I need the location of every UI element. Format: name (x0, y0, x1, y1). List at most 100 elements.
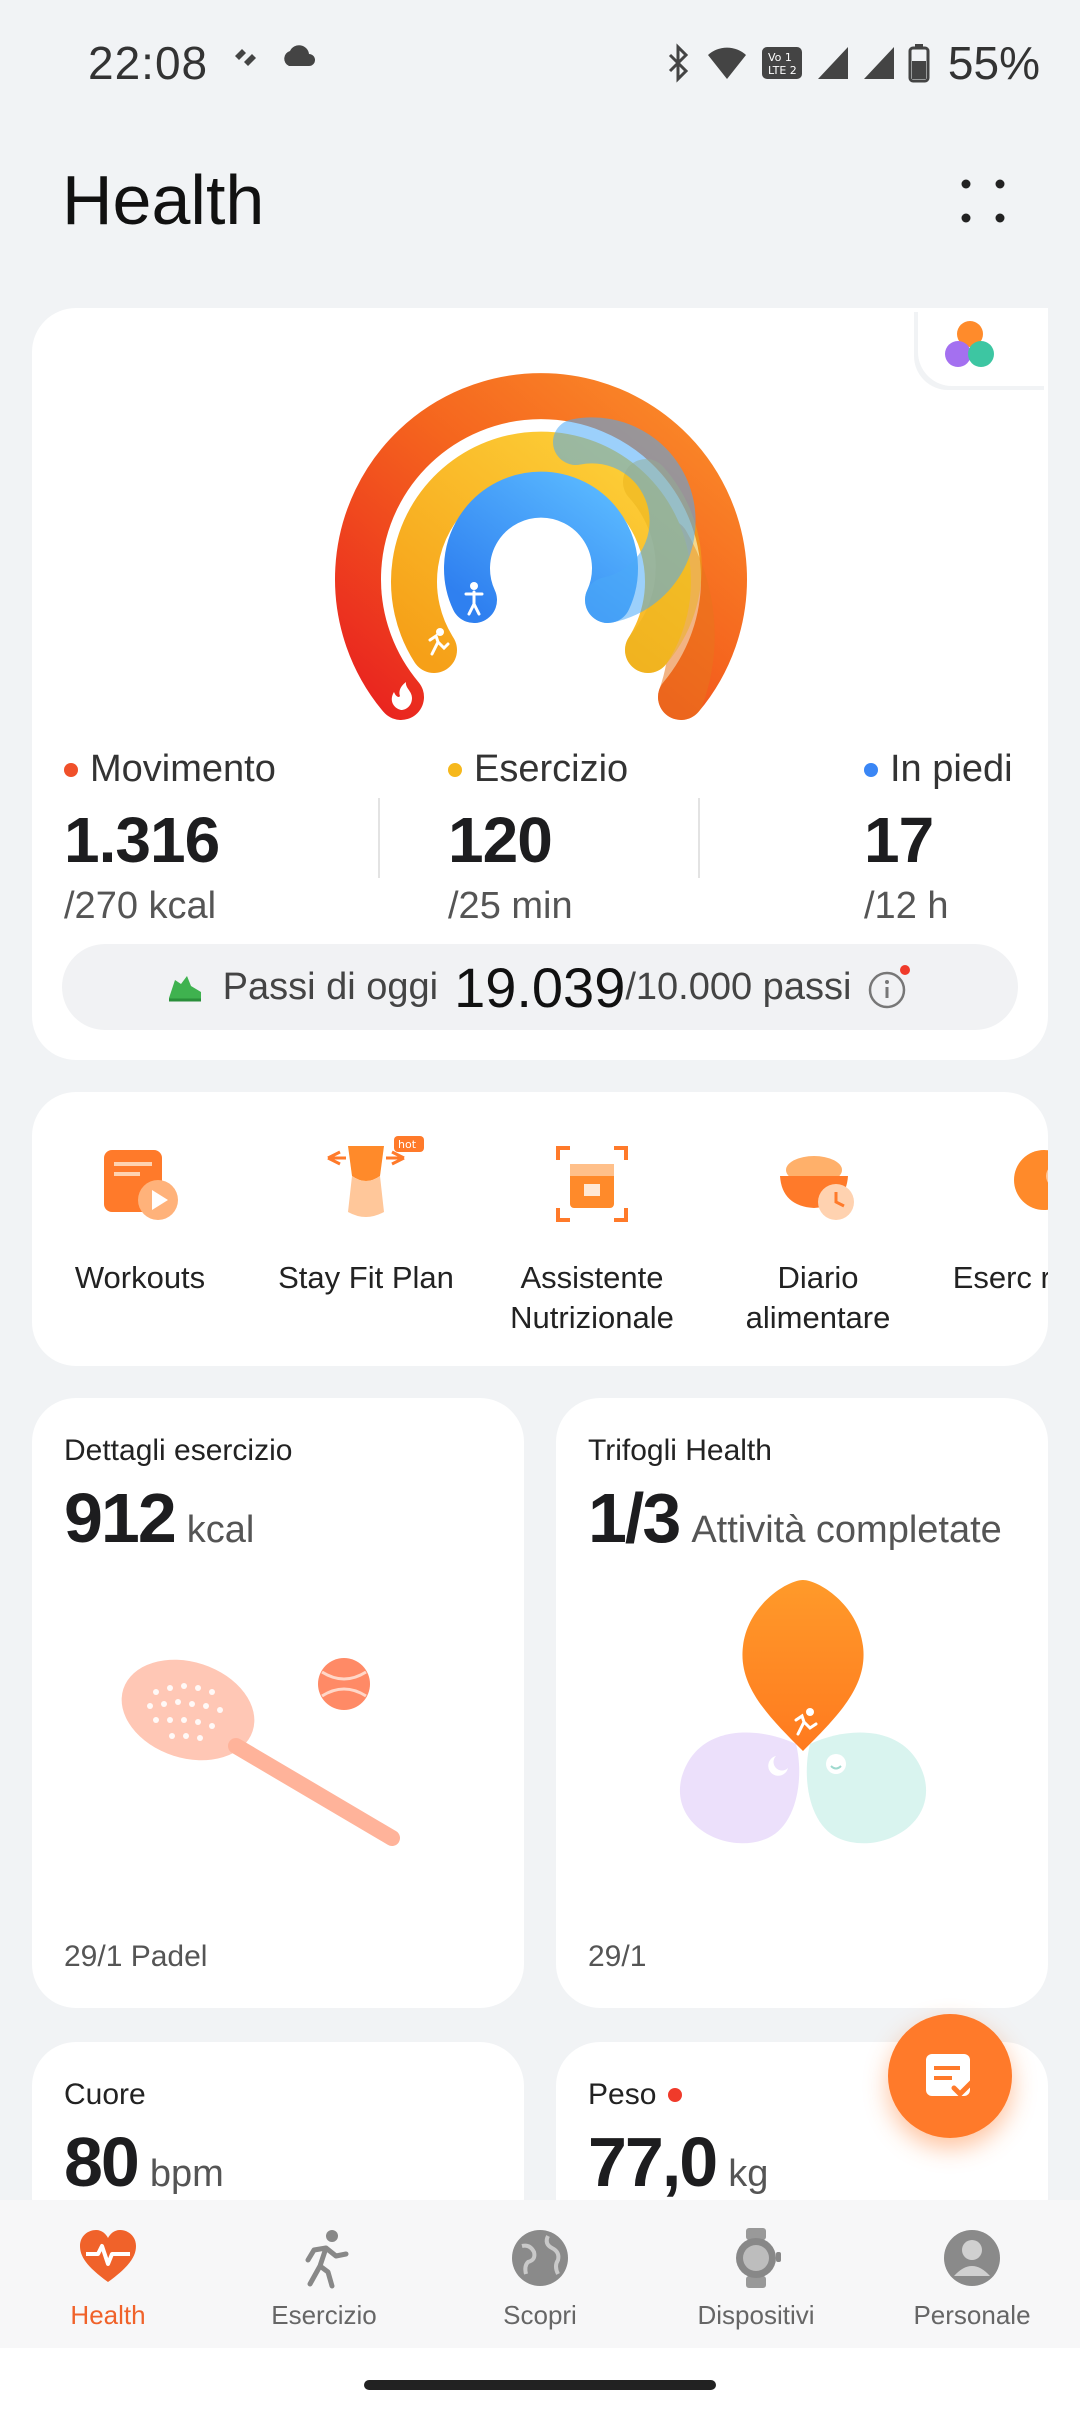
tile-value: 1/3 (588, 1479, 681, 1557)
app-notification-icon (235, 49, 256, 66)
metric-goal: /270 kcal (64, 885, 217, 927)
wifi-icon (707, 47, 746, 79)
nav-label: Personale (913, 2300, 1031, 2330)
steps-summary[interactable]: Passi di oggi 19.039 /10.000 passi (62, 944, 1018, 1030)
nav-label: Scopri (503, 2300, 577, 2330)
metric-value: 1.316 (64, 804, 220, 876)
bluetooth-icon (668, 43, 689, 83)
divider (378, 798, 380, 878)
steps-value: 19.039 (454, 955, 626, 1019)
new-data-dot (668, 2088, 683, 2102)
tile-unit: Attività completate (691, 1509, 1002, 1551)
shortcut-label: Eserc respira (952, 1260, 1048, 1295)
clover-chart (679, 1580, 927, 1844)
metric-label: In piedi (890, 748, 1013, 790)
metric-goal: /25 min (448, 885, 573, 927)
ring-theme-button[interactable] (918, 308, 1048, 386)
sleep-leaf (679, 1732, 800, 1844)
shortcuts-card: Workouts hot Stay Fit Plan Assistente Nu… (32, 1092, 1048, 1366)
steps-goal: /10.000 passi (625, 965, 852, 1008)
steps-label: Passi di oggi (222, 965, 439, 1008)
shortcut-assistente-nutrizionale[interactable]: Assistente Nutrizionale (482, 1136, 702, 1339)
shortcut-esercizi-respirazione[interactable]: Eserc respira (934, 1136, 1048, 1298)
bottom-navigation: Health Esercizio Scopri Dispositivi Pers… (0, 2200, 1080, 2348)
stay-fit-plan-icon: hot (327, 1136, 424, 1217)
metric-goal: /12 h (864, 885, 949, 927)
person-icon (944, 2230, 1000, 2286)
nav-label: Health (70, 2300, 146, 2330)
shortcut-label: Assistente Nutrizionale (510, 1260, 674, 1336)
shortcut-diario-alimentare[interactable]: Diario alimentare (708, 1136, 928, 1339)
nav-dispositivi[interactable]: Dispositivi (648, 2200, 864, 2348)
workouts-icon (104, 1150, 178, 1220)
tile-title: Cuore (64, 2078, 146, 2111)
home-indicator[interactable] (364, 2380, 716, 2390)
add-record-button[interactable] (888, 2014, 1012, 2138)
movimento-dot (64, 762, 78, 777)
shortcut-label: Workouts (74, 1260, 206, 1295)
tile-footer: 29/1 (588, 1940, 647, 1973)
metric-label: Esercizio (474, 748, 629, 790)
tile-footer: 29/1 Padel (64, 1940, 208, 1973)
nav-personale[interactable]: Personale (864, 2200, 1080, 2348)
status-time: 22:08 (88, 37, 209, 89)
cloud-icon (284, 45, 315, 66)
shortcut-label: Stay Fit Plan (278, 1260, 454, 1295)
watch-icon (736, 2228, 781, 2288)
tile-unit: kg (728, 2153, 769, 2195)
metric-movimento: Movimento 1.316 /270 kcal (64, 748, 276, 928)
three-circles-icon (945, 321, 994, 367)
svg-text:Vo 1: Vo 1 (768, 51, 792, 64)
nav-health[interactable]: Health (0, 2200, 216, 2348)
divider (698, 798, 700, 878)
in-piedi-dot (864, 762, 878, 777)
breathing-icon (1014, 1150, 1048, 1210)
signal-1-icon (817, 47, 848, 79)
metric-value: 17 (864, 804, 934, 876)
mood-leaf (806, 1732, 927, 1844)
food-diary-icon (780, 1156, 854, 1220)
tile-value: 80 (64, 2123, 140, 2201)
activity-rings (335, 373, 747, 720)
running-icon (305, 2230, 349, 2289)
page-title: Health (62, 161, 265, 239)
activity-rings-card[interactable]: Movimento 1.316 /270 kcal Esercizio 120 … (32, 308, 1048, 1060)
shoe-icon (168, 976, 201, 1002)
tile-title: Trifogli Health (588, 1434, 772, 1467)
tile-unit: bpm (149, 2153, 224, 2195)
metric-in-piedi: In piedi 17 /12 h (864, 748, 1013, 928)
info-icon[interactable] (865, 962, 915, 1012)
svg-text:LTE 2: LTE 2 (768, 64, 797, 77)
trifogli-health-tile[interactable]: Trifogli Health 1/3 Attività completate … (556, 1398, 1048, 2008)
nutrition-assistant-icon (556, 1146, 628, 1222)
nav-scopri[interactable]: Scopri (432, 2200, 648, 2348)
more-menu-button[interactable] (948, 170, 1018, 240)
signal-2-icon (863, 47, 894, 79)
health-heart-icon (80, 2230, 136, 2282)
shortcut-label: Diario alimentare (745, 1260, 891, 1336)
tile-title: Peso (588, 2078, 657, 2111)
four-dots-icon (961, 179, 1005, 223)
nav-label: Dispositivi (697, 2300, 815, 2330)
exercise-details-tile[interactable]: Dettagli esercizio 912 kcal 29/1 Padel (32, 1398, 524, 2008)
tile-value: 912 (64, 1479, 177, 1557)
shortcut-stay-fit-plan[interactable]: hot Stay Fit Plan (256, 1136, 476, 1298)
nav-label: Esercizio (271, 2300, 377, 2330)
hot-badge: hot (398, 1138, 417, 1151)
smile-icon (826, 1754, 846, 1774)
globe-icon (512, 2230, 568, 2286)
tile-title: Dettagli esercizio (64, 1434, 293, 1467)
metric-esercizio: Esercizio 120 /25 min (448, 748, 628, 928)
esercizio-dot (448, 762, 462, 777)
metric-value: 120 (448, 804, 553, 876)
status-bar: 22:08 Vo 1 LTE 2 55% (0, 0, 1080, 130)
battery-icon (908, 44, 930, 83)
battery-percent: 55% (947, 37, 1040, 89)
volte-icon: Vo 1LTE 2 (761, 47, 802, 79)
checklist-icon (926, 2054, 977, 2098)
tile-value: 77,0 (588, 2123, 718, 2201)
shortcut-workouts[interactable]: Workouts (32, 1136, 250, 1298)
tile-unit: kcal (186, 1509, 255, 1551)
nav-esercizio[interactable]: Esercizio (216, 2200, 432, 2348)
padel-racket-icon (121, 1658, 400, 1846)
